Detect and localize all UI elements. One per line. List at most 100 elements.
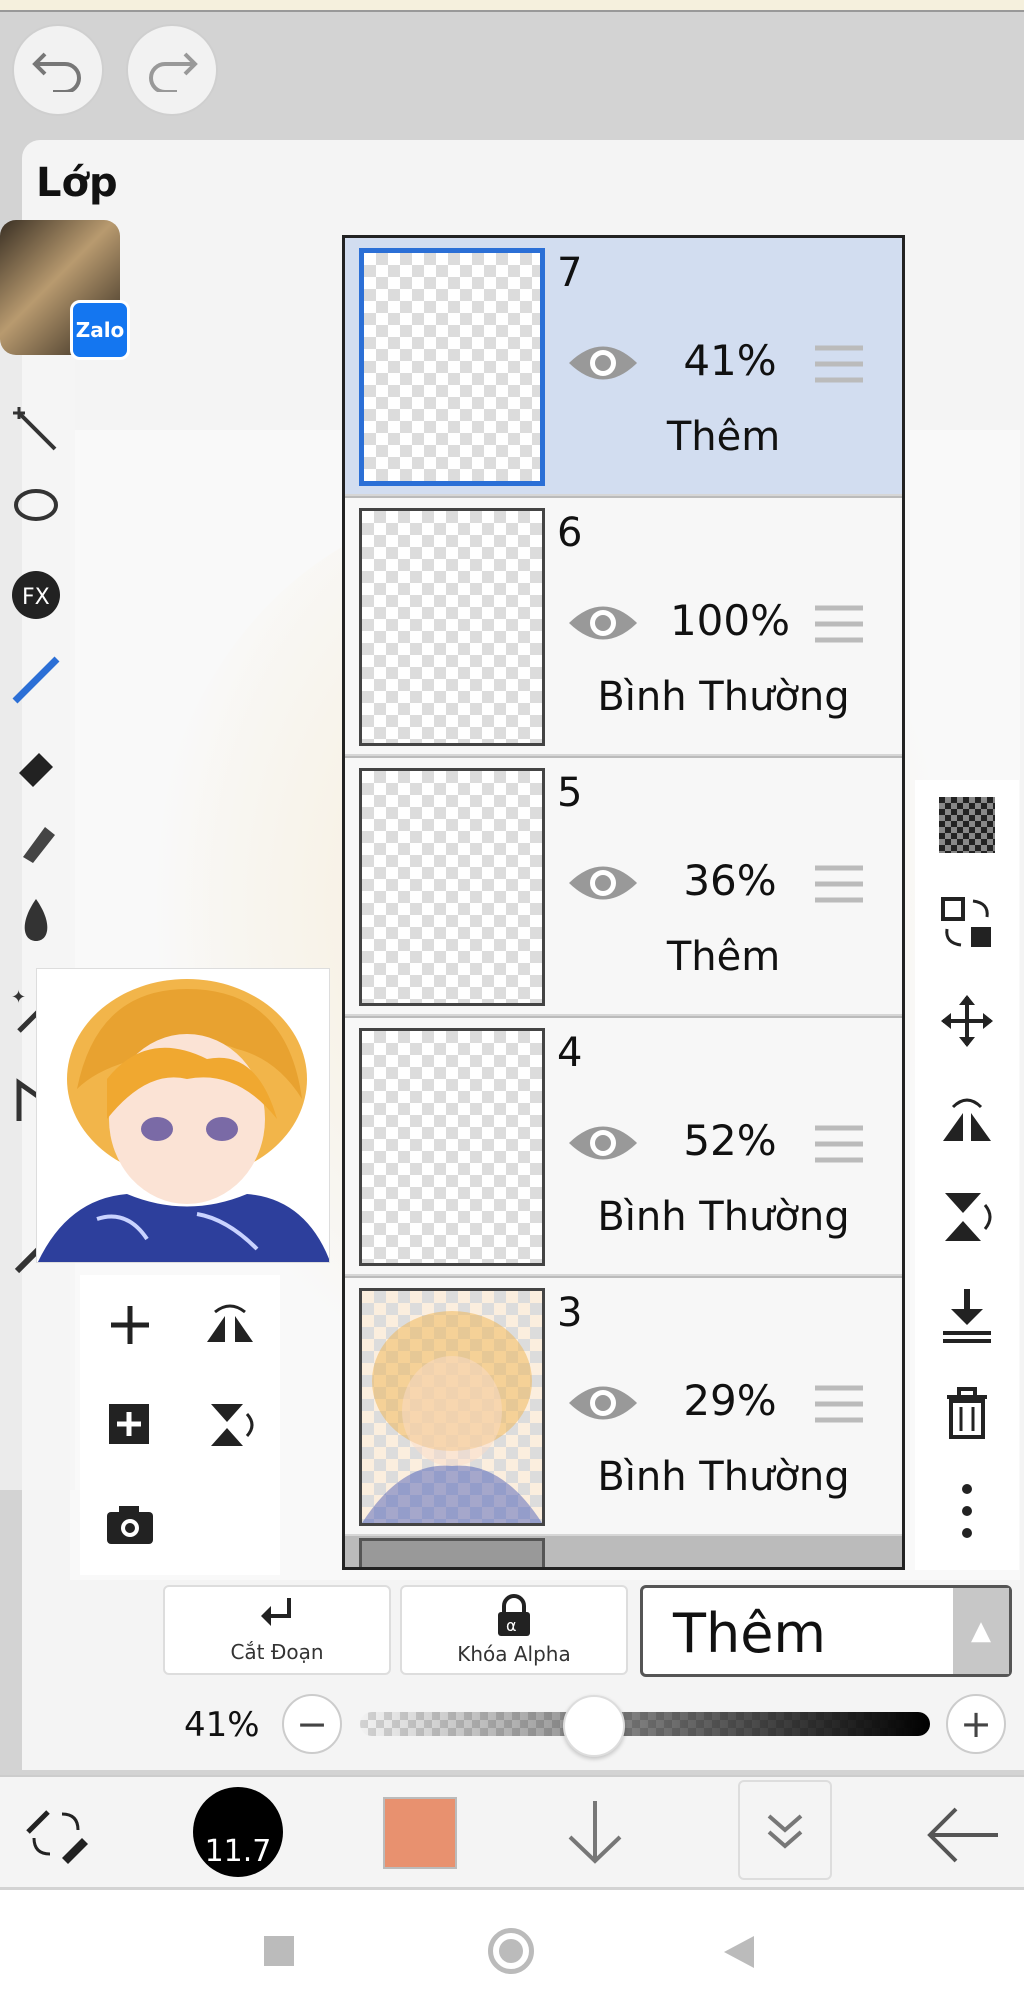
status-strip (0, 0, 1024, 12)
eye-icon[interactable] (567, 598, 639, 648)
layer-thumbnail (359, 1288, 545, 1526)
svg-text:✦: ✦ (11, 987, 26, 1008)
layer-thumbnail (359, 508, 545, 746)
more-button[interactable] (915, 1466, 1019, 1556)
plus-icon: + (960, 1702, 992, 1746)
eye-icon[interactable] (567, 858, 639, 908)
zalo-badge: Zalo (70, 300, 130, 360)
flip-vertical-button[interactable] (915, 1172, 1019, 1262)
layer-row[interactable]: 3 29% Bình Thường (345, 1278, 902, 1536)
blend-mode-select[interactable]: Thêm ▲ (640, 1585, 1012, 1677)
swap-tools-button[interactable] (22, 1802, 92, 1870)
fx-icon[interactable]: FX (6, 565, 66, 625)
transfer-icon (941, 897, 991, 947)
blend-mode-value: Thêm (673, 1602, 827, 1665)
opacity-decrease-button[interactable]: − (282, 1694, 342, 1754)
transfer-button[interactable] (915, 878, 1019, 968)
panel-title: Lớp (36, 160, 118, 206)
expand-icon (767, 1814, 803, 1849)
back-arrow-icon (927, 1807, 998, 1863)
color-swatch[interactable] (383, 1797, 457, 1869)
merge-down-icon (943, 1289, 991, 1343)
delete-layer-button[interactable] (915, 1368, 1019, 1458)
pen-icon[interactable] (6, 650, 66, 710)
add-layer-copy-button[interactable] (90, 1385, 170, 1465)
more-icon (962, 1484, 972, 1538)
dropdown-arrow-icon: ▲ (953, 1588, 1009, 1674)
minus-icon: − (296, 1702, 328, 1746)
layer-row[interactable]: 5 36% Thêm (345, 758, 902, 1016)
svg-text:α: α (506, 1616, 517, 1635)
eraser-icon[interactable] (6, 730, 66, 790)
drag-handle-icon[interactable] (813, 1382, 865, 1426)
layer-side-buttons (80, 1275, 280, 1575)
layer-blend-mode: Bình Thường (597, 1194, 850, 1240)
flip-horizontal-button[interactable] (915, 1074, 1019, 1164)
layer-tools-column (915, 780, 1019, 1570)
opacity-slider[interactable] (360, 1712, 930, 1736)
trash-icon (947, 1387, 987, 1439)
layer-row[interactable]: 4 52% Bình Thường (345, 1018, 902, 1276)
recent-apps-icon[interactable] (264, 1936, 294, 1966)
expand-button[interactable] (738, 1780, 832, 1880)
layer-opacity: 100% (669, 596, 791, 645)
layer-blend-mode: Bình Thường (597, 1454, 850, 1500)
layer-number: 4 (557, 1030, 583, 1076)
merge-down-button[interactable] (915, 1270, 1019, 1360)
magic-wand-icon[interactable] (6, 400, 66, 460)
left-tool-strip: FX ✦ (0, 340, 75, 1490)
layer-opacity: 52% (683, 1116, 777, 1165)
camera-button[interactable] (90, 1485, 170, 1565)
lasso-icon[interactable] (6, 480, 66, 540)
fill-icon[interactable] (6, 890, 66, 950)
add-layer-icon (111, 1306, 149, 1344)
eye-icon[interactable] (567, 1118, 639, 1168)
eye-icon[interactable] (567, 1378, 639, 1428)
drag-handle-icon[interactable] (813, 602, 865, 646)
brush-size-indicator[interactable]: 11.7 (193, 1787, 283, 1877)
clipping-label: Cắt Đoạn (230, 1640, 324, 1664)
back-nav-icon[interactable] (722, 1934, 756, 1970)
flip-layer-h-button[interactable] (190, 1285, 270, 1365)
layer-row[interactable]: 7 41% Thêm (345, 238, 902, 496)
opacity-increase-button[interactable]: + (946, 1694, 1006, 1754)
undo-button[interactable] (12, 24, 104, 116)
opacity-slider-handle[interactable] (562, 1695, 625, 1757)
redo-icon (149, 52, 198, 92)
flip-v-icon (945, 1193, 992, 1241)
flip-layer-v-button[interactable] (190, 1385, 270, 1465)
alpha-lock-button[interactable]: α Khóa Alpha (400, 1585, 628, 1675)
reference-portrait (36, 968, 330, 1263)
layer-opacity: 29% (683, 1376, 777, 1425)
bottom-toolbar (0, 1775, 1024, 1887)
layer-opacity: 36% (683, 856, 777, 905)
layer-number: 6 (557, 510, 583, 556)
flip-h-icon (207, 1304, 253, 1342)
smudge-icon[interactable] (6, 810, 66, 870)
swap-tools-icon (26, 1810, 88, 1864)
home-icon[interactable] (488, 1928, 534, 1974)
drag-handle-icon[interactable] (813, 862, 865, 906)
checker-icon (939, 797, 995, 853)
layer-row[interactable]: 6 100% Bình Thường (345, 498, 902, 756)
layer-blend-mode: Thêm (666, 934, 781, 980)
layer-down-button[interactable] (560, 1797, 630, 1871)
layer-number: 5 (557, 770, 583, 816)
move-button[interactable] (915, 976, 1019, 1066)
layer-number: 3 (557, 1290, 583, 1336)
transparency-button[interactable] (915, 780, 1019, 870)
layer-thumbnail (359, 248, 545, 486)
layer-thumbnail (359, 1028, 545, 1266)
layer-thumbnail-partial (359, 1538, 545, 1567)
eye-icon[interactable] (567, 338, 639, 388)
redo-button[interactable] (126, 24, 218, 116)
clipping-icon (261, 1598, 291, 1626)
add-layer-button[interactable] (90, 1285, 170, 1365)
drag-handle-icon[interactable] (813, 342, 865, 386)
undo-icon (32, 52, 81, 92)
clipping-button[interactable]: Cắt Đoạn (163, 1585, 391, 1675)
drag-handle-icon[interactable] (813, 1122, 865, 1166)
back-button[interactable] (926, 1805, 1002, 1869)
flip-h-icon (943, 1098, 991, 1141)
layer-number: 7 (557, 250, 583, 296)
